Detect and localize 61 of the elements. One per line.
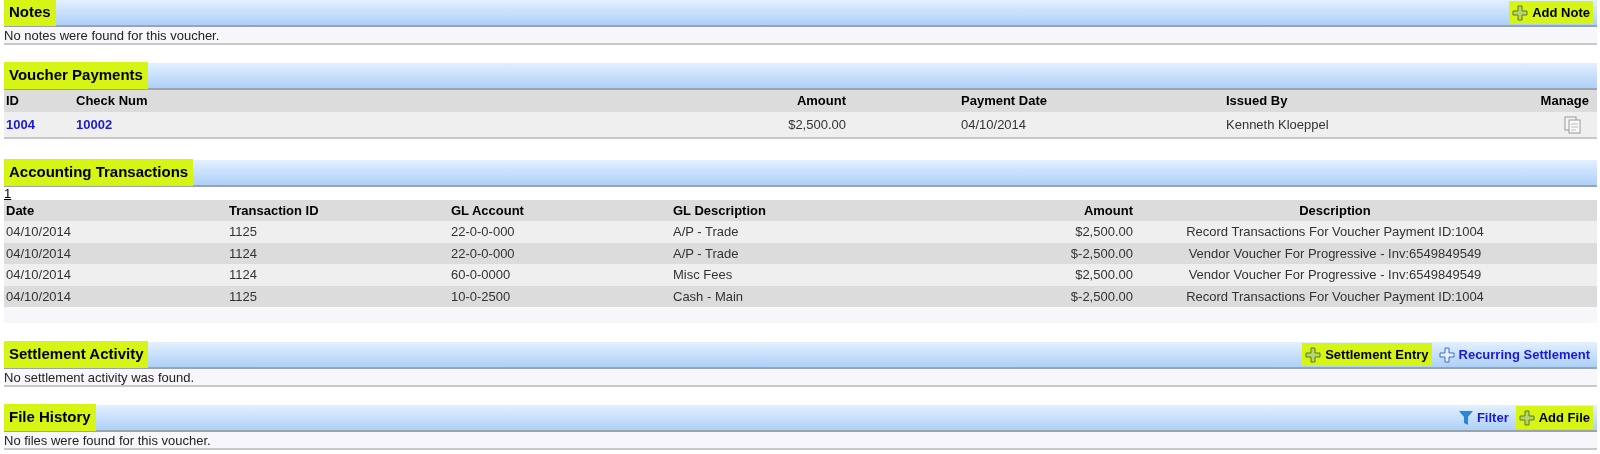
copy-icon[interactable]: [1563, 114, 1583, 135]
action-link[interactable]: Recurring Settlement: [1435, 342, 1593, 367]
filter-icon: [1458, 409, 1473, 426]
table-cell: 22-0-0-000: [451, 224, 515, 239]
page-link[interactable]: 1: [4, 187, 12, 200]
table-cell: 1125: [229, 288, 257, 304]
column-header: Payment Date: [961, 93, 1047, 109]
column-header: ID: [6, 93, 19, 109]
table-cell: Kenneth Kloeppel: [1226, 116, 1329, 132]
column-header: Manage: [1540, 93, 1589, 109]
table-cell: 04/10/2014: [961, 116, 1027, 132]
table-cell: 1124: [229, 267, 257, 282]
table-cell: Record Transactions For Voucher Payment ID:1004: [1186, 224, 1484, 239]
table-cell: $2,500.00: [1075, 267, 1133, 282]
column-header: Amount: [1083, 202, 1133, 218]
section-title: Accounting Transactions: [4, 159, 194, 186]
table-cell: $-2,500.00: [1070, 288, 1133, 304]
column-header: Issued By: [1226, 93, 1288, 109]
table-cell: 1124: [229, 245, 257, 261]
plus-icon: [1305, 346, 1322, 363]
plus-icon: [1512, 4, 1529, 21]
section-title: Notes: [4, 0, 56, 26]
section-title: Voucher Payments: [4, 62, 148, 89]
plus-icon: [1438, 346, 1455, 363]
table-link[interactable]: 1004: [6, 116, 35, 132]
column-header: Check Num: [76, 93, 148, 109]
action-link[interactable]: Add File: [1515, 405, 1593, 430]
column-header: Amount: [796, 93, 846, 109]
section-title: Settlement Activity: [4, 341, 149, 368]
column-header: Description: [1299, 202, 1371, 218]
empty-message: No notes were found for this voucher.: [4, 28, 220, 43]
table-cell: 60-0-0000: [451, 267, 511, 282]
action-link[interactable]: Add Note: [1509, 0, 1593, 25]
table-cell: A/P - Trade: [673, 245, 739, 261]
column-header: Date: [6, 202, 35, 218]
table-cell: 04/10/2014: [6, 267, 72, 282]
plus-icon: [1518, 409, 1535, 426]
table-cell: 04/10/2014: [6, 288, 72, 304]
table-cell: Record Transactions For Voucher Payment ID:1004: [1186, 288, 1484, 304]
table-cell: 10-0-2500: [451, 288, 511, 304]
table-link[interactable]: 10002: [76, 116, 113, 132]
column-header: GL Description: [673, 202, 766, 218]
empty-message: No settlement activity was found.: [4, 370, 195, 385]
table-cell: $2,500.00: [788, 116, 846, 132]
table-cell: $-2,500.00: [1070, 245, 1133, 261]
empty-message: No files were found for this voucher.: [4, 433, 211, 448]
table-cell: Cash - Main: [673, 288, 744, 304]
table-cell: 04/10/2014: [6, 224, 72, 239]
table-cell: $2,500.00: [1075, 224, 1133, 239]
column-header: Transaction ID: [229, 202, 319, 218]
table-cell: Vendor Voucher For Progressive - Inv:6549849549: [1188, 245, 1482, 261]
action-link[interactable]: Settlement Entry: [1302, 342, 1432, 367]
column-header: GL Account: [451, 202, 524, 218]
table-cell: 04/10/2014: [6, 245, 72, 261]
table-cell: 22-0-0-000: [451, 245, 515, 261]
table-cell: A/P - Trade: [673, 224, 739, 239]
table-cell: 1125: [229, 224, 257, 239]
table-cell: Vendor Voucher For Progressive - Inv:6549849549: [1188, 267, 1482, 282]
table-cell: Misc Fees: [673, 267, 733, 282]
section-title: File History: [4, 404, 96, 431]
action-link[interactable]: Filter: [1455, 405, 1512, 430]
